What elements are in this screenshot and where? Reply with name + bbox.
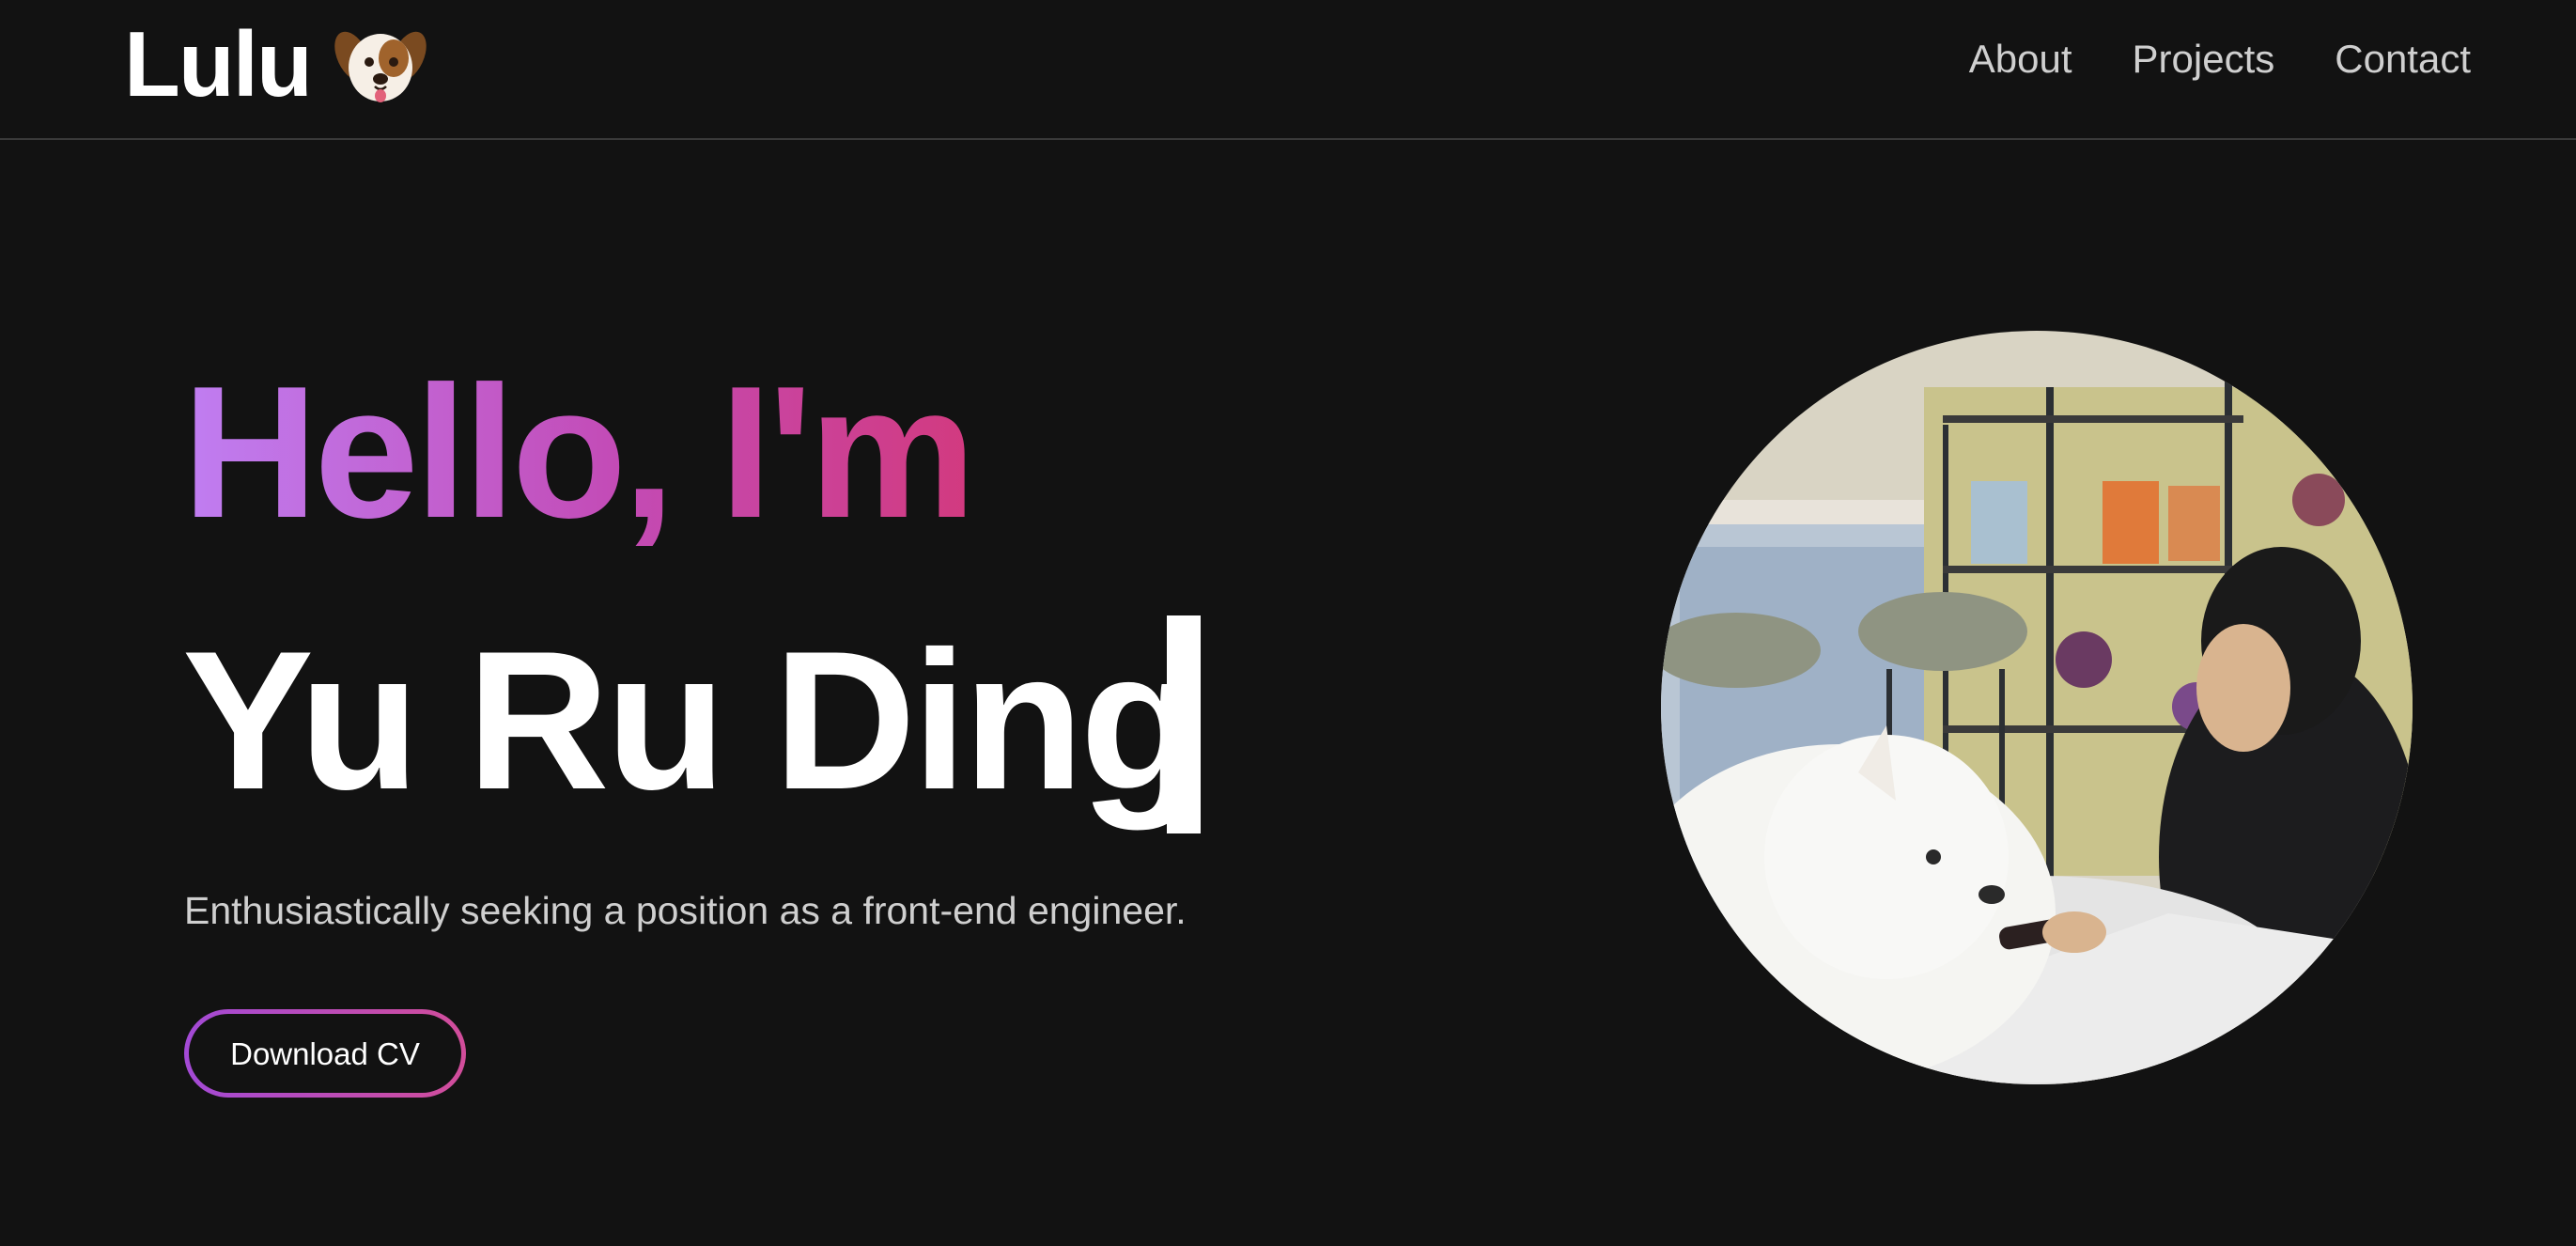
hero-name: Yu Ru Ding bbox=[182, 610, 1201, 831]
typing-cursor bbox=[1167, 615, 1201, 833]
nav-link-contact[interactable]: Contact bbox=[2335, 39, 2471, 79]
nav-link-projects[interactable]: Projects bbox=[2133, 39, 2275, 79]
brand-logo[interactable]: Lulu bbox=[124, 17, 427, 111]
download-cv-button-inner: Download CV bbox=[189, 1014, 461, 1093]
download-cv-label: Download CV bbox=[230, 1036, 420, 1071]
download-cv-button[interactable]: Download CV bbox=[184, 1009, 466, 1098]
hero-subtitle: Enthusiastically seeking a position as a… bbox=[184, 889, 1187, 932]
dog-face-icon bbox=[334, 31, 427, 102]
navbar: Lulu About Projects Contact bbox=[0, 0, 2576, 140]
brand-name: Lulu bbox=[124, 12, 313, 116]
profile-photo bbox=[1661, 331, 2413, 1084]
main-nav: About Projects Contact bbox=[1969, 39, 2471, 79]
profile-photo-illustration bbox=[1661, 331, 2413, 1084]
hero-greeting: Hello, I'm bbox=[182, 348, 976, 557]
nav-link-about[interactable]: About bbox=[1969, 39, 2072, 79]
